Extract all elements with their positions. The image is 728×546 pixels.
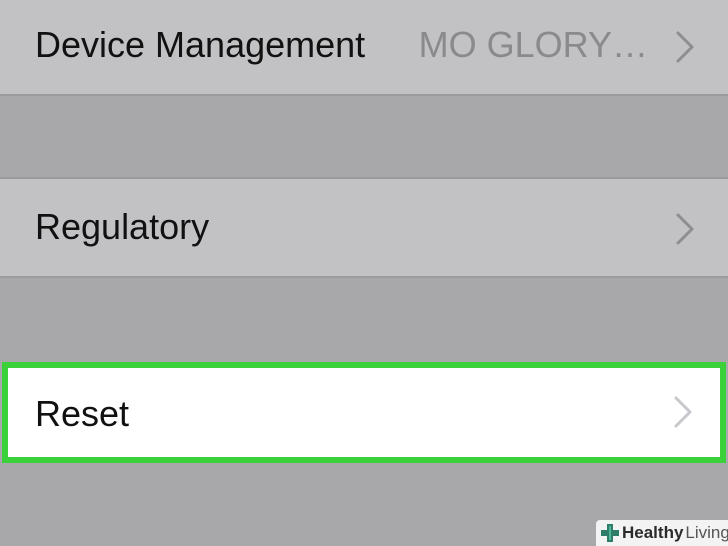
watermark-brand-light: Living bbox=[685, 523, 728, 542]
chevron-right-icon bbox=[676, 31, 694, 63]
reset-label: Reset bbox=[35, 393, 130, 434]
settings-row-reset[interactable]: Reset bbox=[2, 362, 726, 463]
chevron-right-icon bbox=[676, 213, 694, 245]
chevron-right-icon bbox=[674, 396, 692, 428]
healthy-living-watermark: Healthy Living bbox=[596, 520, 728, 546]
settings-row-regulatory[interactable]: Regulatory bbox=[0, 177, 728, 278]
device-management-value: MO GLORY… bbox=[418, 24, 648, 65]
device-management-label: Device Management bbox=[35, 24, 366, 65]
regulatory-label: Regulatory bbox=[35, 206, 210, 247]
settings-row-device-management[interactable]: Device Management MO GLORY… bbox=[0, 0, 728, 96]
watermark-brand-bold: Healthy bbox=[622, 523, 684, 542]
plus-cross-logo-icon bbox=[601, 524, 619, 542]
